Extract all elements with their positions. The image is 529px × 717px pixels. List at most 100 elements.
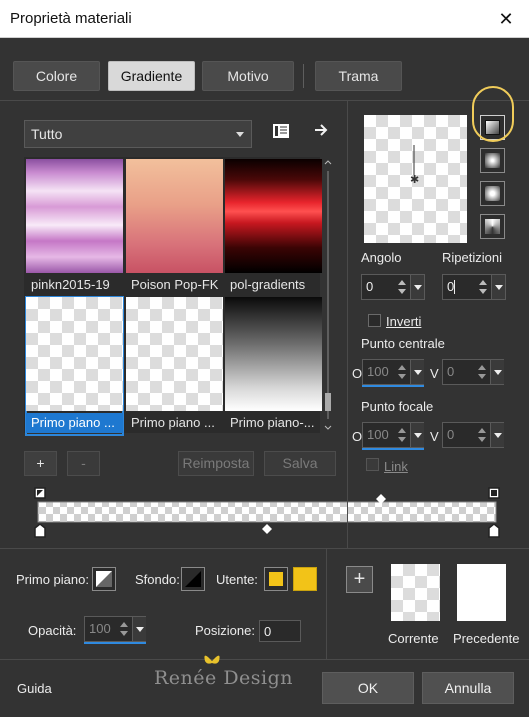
- color-midpoint[interactable]: [262, 522, 272, 534]
- help-link[interactable]: Guida: [17, 681, 52, 696]
- chevron-down-icon[interactable]: [132, 617, 146, 641]
- foreground-label: Primo piano:: [16, 572, 89, 587]
- background-label: Sfondo:: [135, 572, 180, 587]
- center-point-label: Punto centrale: [361, 336, 445, 351]
- angle-spinner[interactable]: 0: [361, 274, 425, 300]
- position-label: Posizione:: [195, 623, 255, 638]
- previous-material-preview[interactable]: [457, 564, 506, 621]
- gallery-scrollbar[interactable]: [322, 157, 334, 433]
- chevron-down-icon[interactable]: [491, 275, 505, 299]
- arrow-right-icon[interactable]: [313, 122, 329, 138]
- opacity-stop-left[interactable]: [34, 487, 46, 501]
- focal-h-label: O: [352, 429, 363, 444]
- spinner-arrows-icon: [398, 365, 406, 379]
- close-icon[interactable]: ✕: [483, 0, 529, 38]
- angle-label: Angolo: [361, 250, 402, 265]
- angle-value: 0: [366, 279, 374, 294]
- spinner-arrows-icon: [398, 428, 406, 442]
- focal-v-spinner[interactable]: 0: [442, 422, 504, 448]
- link-checkbox[interactable]: [366, 458, 379, 471]
- watermark-text: Renée Design: [154, 667, 294, 689]
- spinner-arrows-icon: [478, 365, 486, 379]
- center-h-spinner[interactable]: 100: [362, 359, 424, 385]
- user-color-swatch[interactable]: [264, 567, 288, 591]
- link-label: Link: [384, 459, 408, 474]
- focal-h-spinner[interactable]: 100: [362, 422, 424, 448]
- title-bar: Proprietà materiali ✕: [0, 0, 529, 38]
- user-color-preview[interactable]: [293, 567, 317, 591]
- gradient-swatch: [126, 297, 223, 411]
- focal-point-label: Punto focale: [361, 399, 434, 414]
- foreground-swatch[interactable]: [92, 567, 116, 591]
- center-v-value: 0: [447, 364, 455, 379]
- save-button[interactable]: Salva: [264, 451, 336, 476]
- invert-label: Inverti: [386, 314, 422, 329]
- divider: [0, 548, 529, 549]
- gradient-swatch: [126, 159, 223, 273]
- gradient-tile-poison-pop[interactable]: Poison Pop-FK: [126, 159, 223, 297]
- opacity-stop-right[interactable]: [488, 487, 500, 501]
- position-input[interactable]: 0: [259, 620, 301, 642]
- spinner-arrows-icon: [120, 622, 128, 636]
- watermark-logo: Renée Design: [150, 655, 293, 691]
- background-swatch[interactable]: [181, 567, 205, 591]
- color-stop-left[interactable]: [34, 523, 46, 538]
- add-swatch-button[interactable]: +: [346, 566, 373, 593]
- library-icon[interactable]: [272, 123, 290, 139]
- rectangular-gradient-type-button[interactable]: [480, 148, 505, 173]
- gradient-tile-primo-piano-1[interactable]: Primo piano ...: [25, 296, 124, 436]
- gradient-preview[interactable]: ✱: [364, 115, 467, 243]
- current-label: Corrente: [388, 631, 439, 646]
- chevron-down-icon[interactable]: [410, 360, 424, 384]
- reset-button[interactable]: Reimposta: [178, 451, 254, 476]
- opacity-label: Opacità:: [28, 623, 77, 638]
- gradient-tile-primo-piano-3[interactable]: Primo piano-...: [225, 297, 322, 435]
- invert-checkbox[interactable]: [368, 314, 381, 327]
- divider: [0, 100, 529, 101]
- gradient-tile-primo-piano-2[interactable]: Primo piano ...: [126, 297, 223, 435]
- gradient-swatch: [26, 297, 123, 411]
- repeats-spinner[interactable]: 0: [442, 274, 506, 300]
- gradient-gallery: pinkn2015-19 Poison Pop-FK pol-gradients…: [24, 157, 322, 436]
- repeats-label: Ripetizioni: [442, 250, 502, 265]
- gradient-tile-pinkn2015-19[interactable]: pinkn2015-19: [26, 159, 123, 297]
- spinner-arrows-icon: [478, 428, 486, 442]
- focal-h-value: 100: [367, 427, 389, 442]
- gradient-tile-pol-gradients[interactable]: pol-gradients: [225, 159, 322, 297]
- remove-gradient-button[interactable]: -: [67, 451, 100, 476]
- center-v-label: V: [430, 366, 439, 381]
- ok-button[interactable]: OK: [322, 672, 414, 704]
- center-v-spinner[interactable]: 0: [442, 359, 504, 385]
- gradient-label: Primo piano ...: [131, 415, 215, 430]
- text-cursor: [454, 280, 455, 294]
- spinner-arrows-icon: [398, 280, 406, 294]
- tab-motivo[interactable]: Motivo: [202, 61, 294, 91]
- position-value: 0: [264, 624, 272, 639]
- gradient-label: Primo piano ...: [26, 413, 123, 433]
- spinner-arrows-icon: [479, 280, 487, 294]
- center-h-value: 100: [367, 364, 389, 379]
- opacity-midpoint[interactable]: [376, 492, 386, 504]
- gradient-swatch: [26, 159, 123, 273]
- sunburst-gradient-type-button[interactable]: [480, 214, 505, 239]
- chevron-down-icon[interactable]: [490, 360, 504, 384]
- cancel-button[interactable]: Annulla: [422, 672, 514, 704]
- opacity-spinner[interactable]: 100: [84, 616, 146, 642]
- add-gradient-button[interactable]: +: [24, 451, 57, 476]
- gradient-swatch: [225, 297, 322, 411]
- tab-trama[interactable]: Trama: [315, 61, 402, 91]
- gradient-swatch: [225, 159, 322, 273]
- category-dropdown[interactable]: Tutto: [24, 120, 252, 148]
- tab-colore[interactable]: Colore: [13, 61, 100, 91]
- previous-label: Precedente: [453, 631, 520, 646]
- chevron-down-icon[interactable]: [410, 423, 424, 447]
- gradient-label: pinkn2015-19: [31, 277, 110, 292]
- gradient-label: Primo piano-...: [230, 415, 315, 430]
- tab-gradiente[interactable]: Gradiente: [108, 61, 195, 91]
- window-title: Proprietà materiali: [10, 10, 132, 27]
- chevron-down-icon[interactable]: [410, 275, 424, 299]
- chevron-down-icon[interactable]: [490, 423, 504, 447]
- radial-gradient-type-button[interactable]: [480, 181, 505, 206]
- category-value: Tutto: [31, 126, 63, 142]
- color-stop-right[interactable]: [488, 523, 500, 538]
